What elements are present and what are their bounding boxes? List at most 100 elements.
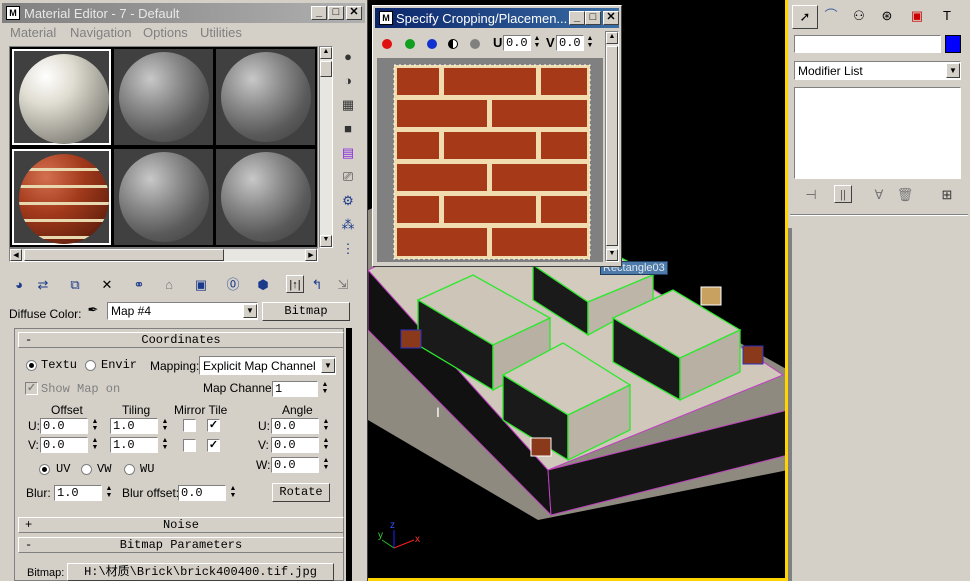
wu-radio[interactable] — [124, 464, 135, 475]
uv-tiling-icon[interactable]: ■ — [339, 120, 357, 138]
material-navigator-icon[interactable]: ⋮ — [339, 240, 357, 258]
sample-slot-2[interactable] — [114, 49, 213, 145]
angle-v-field[interactable]: 0.0 — [271, 437, 319, 453]
crop-v-field[interactable]: 0.0 — [556, 35, 584, 51]
pin-stack-icon[interactable]: ⊣ — [802, 186, 820, 204]
create-tab-icon[interactable]: ➚ — [792, 5, 818, 29]
tile-u-checkbox[interactable]: ✓ — [207, 419, 220, 432]
sample-slot-3[interactable] — [216, 49, 315, 145]
object-color-swatch[interactable] — [945, 35, 961, 53]
coordinates-rollout-header[interactable]: - Coordinates — [18, 332, 344, 348]
sample-type-icon[interactable]: ● — [339, 48, 357, 66]
minimize-button[interactable]: _ — [311, 6, 327, 20]
mapping-dropdown[interactable]: Explicit Map Channel ▼ — [199, 356, 336, 375]
crop-u-field[interactable]: 0.0 — [503, 35, 531, 51]
texture-radio[interactable] — [26, 360, 37, 371]
alpha-channel-button[interactable] — [448, 39, 458, 49]
utilities-tab-icon[interactable]: T — [938, 7, 956, 25]
make-unique-icon[interactable]: ⚭ — [130, 276, 148, 294]
tiling-u-spinner[interactable]: ▲ ▼ — [160, 418, 170, 434]
environ-radio[interactable] — [85, 360, 96, 371]
modifier-list-arrow[interactable]: ▼ — [946, 63, 960, 78]
mapping-dropdown-arrow[interactable]: ▼ — [321, 358, 335, 373]
show-map-in-viewport-icon[interactable]: ⬢ — [254, 276, 272, 294]
video-color-check-icon[interactable]: ▤ — [339, 144, 357, 162]
tiling-v-field[interactable]: 1.0 — [110, 437, 158, 453]
maximize-button[interactable]: □ — [328, 6, 344, 20]
menu-material[interactable]: Material — [10, 25, 56, 40]
object-name-field[interactable] — [794, 35, 941, 53]
backlight-icon[interactable]: ◑ — [339, 72, 357, 90]
slot-horizontal-scrollbar[interactable]: ◀ ▶ — [9, 248, 318, 262]
remove-modifier-icon[interactable]: 🗑 — [896, 186, 914, 204]
sample-slot-1[interactable] — [12, 49, 111, 145]
hierarchy-tab-icon[interactable]: ⚇ — [850, 7, 868, 25]
assign-to-selection-icon[interactable]: ⧉ — [66, 276, 84, 294]
blue-channel-button[interactable] — [427, 39, 437, 49]
rollout-scrollbar[interactable] — [346, 328, 352, 581]
offset-v-spinner[interactable]: ▲ ▼ — [90, 437, 100, 453]
map-channel-spinner[interactable]: ▲ ▼ — [320, 381, 330, 397]
angle-u-spinner[interactable]: ▲ ▼ — [321, 418, 331, 434]
map-type-button[interactable]: Bitmap — [262, 302, 350, 321]
sample-slot-4[interactable] — [12, 149, 111, 245]
vw-radio[interactable] — [81, 464, 92, 475]
configure-modifier-sets-icon[interactable]: ⊞ — [938, 186, 956, 204]
map-name-field[interactable]: Map #4 ▼ — [107, 302, 258, 320]
close-button[interactable]: ✕ — [346, 6, 362, 20]
put-to-library-icon[interactable]: ⌂ — [160, 276, 178, 294]
modifier-stack[interactable] — [794, 87, 961, 179]
offset-u-field[interactable]: 0.0 — [40, 418, 88, 434]
bitmap-params-rollout-header[interactable]: - Bitmap Parameters — [18, 537, 344, 553]
sample-slot-6[interactable] — [216, 149, 315, 245]
dialog-close-button[interactable]: ✕ — [603, 11, 619, 25]
cropping-dialog-titlebar[interactable]: M Specify Cropping/Placemen... _ □ ✕ — [375, 8, 619, 28]
modifier-list-dropdown[interactable]: Modifier List ▼ — [794, 61, 961, 80]
tiling-v-spinner[interactable]: ▲ ▼ — [160, 437, 170, 453]
map-channel-field[interactable]: 1 — [272, 381, 318, 397]
show-end-result-stack-icon[interactable]: || — [834, 185, 852, 203]
effects-channel-icon[interactable]: ⓪ — [224, 276, 242, 294]
blur-offset-field[interactable]: 0.0 — [178, 485, 226, 501]
background-icon[interactable]: ▦ — [339, 96, 357, 114]
green-channel-button[interactable] — [405, 39, 415, 49]
angle-w-spinner[interactable]: ▲ ▼ — [321, 457, 331, 473]
mono-channel-button[interactable] — [470, 39, 480, 49]
tile-v-checkbox[interactable]: ✓ — [207, 439, 220, 452]
dialog-maximize-button[interactable]: □ — [585, 11, 601, 25]
menu-options[interactable]: Options — [143, 25, 188, 40]
blur-field[interactable]: 1.0 — [54, 485, 102, 501]
slot-vertical-scrollbar[interactable]: ▲ ▼ — [319, 46, 333, 248]
menu-utilities[interactable]: Utilities — [200, 25, 242, 40]
go-forward-to-sibling-icon[interactable]: ⇲ — [334, 276, 352, 294]
show-end-result-icon[interactable]: |↑| — [286, 275, 304, 293]
make-preview-icon[interactable]: ⎚ — [339, 168, 357, 186]
crop-v-spinner[interactable]: ▲ ▼ — [585, 35, 595, 51]
go-to-parent-icon[interactable]: ↰ — [308, 276, 326, 294]
blur-spinner[interactable]: ▲ ▼ — [104, 485, 114, 501]
motion-tab-icon[interactable]: ⊛ — [878, 7, 896, 25]
material-editor-titlebar[interactable]: M Material Editor - 7 - Default _ □ ✕ — [2, 3, 365, 23]
reset-map-icon[interactable]: ✕ — [98, 276, 116, 294]
sample-slot-5[interactable] — [114, 149, 213, 245]
make-unique-stack-icon[interactable]: ∀ — [870, 186, 888, 204]
mirror-v-checkbox[interactable] — [183, 439, 196, 452]
dialog-minimize-button[interactable]: _ — [569, 11, 585, 25]
angle-v-spinner[interactable]: ▲ ▼ — [321, 437, 331, 453]
rotate-button[interactable]: Rotate — [272, 483, 330, 502]
noise-rollout-header[interactable]: + Noise — [18, 517, 344, 533]
get-material-icon[interactable]: ◕ — [10, 276, 28, 294]
material-effects-channel-icon[interactable]: ▣ — [192, 276, 210, 294]
modify-tab-icon[interactable]: ⌒ — [822, 7, 840, 25]
tiling-u-field[interactable]: 1.0 — [110, 418, 158, 434]
angle-u-field[interactable]: 0.0 — [271, 418, 319, 434]
crop-image-area[interactable] — [377, 58, 603, 262]
put-to-scene-icon[interactable]: ⇄ — [34, 276, 52, 294]
panel-scrollbar[interactable] — [788, 228, 792, 581]
blur-offset-spinner[interactable]: ▲ ▼ — [228, 485, 238, 501]
map-name-dropdown-arrow[interactable]: ▼ — [243, 304, 257, 318]
crop-u-spinner[interactable]: ▲ ▼ — [532, 35, 542, 51]
crop-vertical-scrollbar[interactable]: ▲ ▼ — [605, 31, 619, 262]
offset-u-spinner[interactable]: ▲ ▼ — [90, 418, 100, 434]
pick-material-icon[interactable]: ✒ — [84, 301, 102, 319]
